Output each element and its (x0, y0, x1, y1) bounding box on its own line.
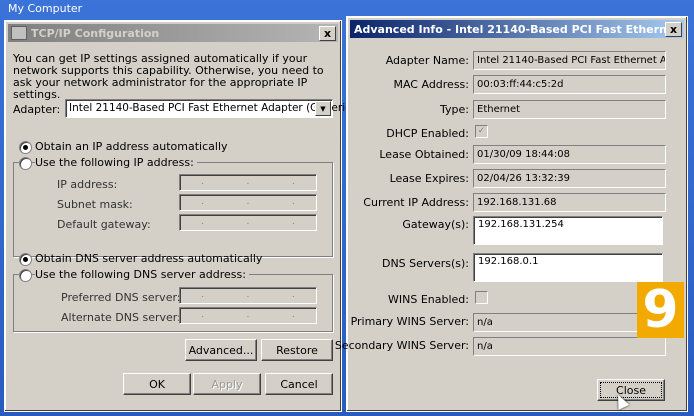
gateway-list[interactable]: 192.168.131.254 (473, 216, 663, 245)
adapter-select[interactable]: Intel 21140-Based PCI Fast Ethernet Adap… (65, 99, 355, 118)
primary-wins-label: Primary WINS Server: (350, 315, 469, 328)
close-icon[interactable]: x (319, 25, 336, 41)
lease-expires-value: 02/04/26 13:32:39 (473, 169, 666, 188)
dhcp-checkbox: ✓ (475, 125, 488, 138)
dns-list-label: DNS Servers(s): (381, 257, 469, 270)
current-ip-value: 192.168.131.68 (473, 193, 666, 212)
wins-label: WINS Enabled: (388, 293, 469, 306)
radio-ip-manual-label: Use the following IP address: (35, 156, 197, 169)
tcpip-dialog: TCP/IP Configuration x You can get IP se… (4, 20, 355, 412)
mac-value: 00:03:ff:44:c5:2d (473, 75, 666, 94)
advanced-info-dialog: Advanced Info - Intel 21140-Based PCI Fa… (335, 16, 688, 412)
secondary-wins-label: Secondary WINS Server: (334, 339, 469, 352)
close-icon[interactable]: x (665, 21, 682, 37)
gateway-field: ... (179, 214, 317, 231)
advanced-title: Advanced Info - Intel 21140-Based PCI Fa… (354, 22, 665, 36)
radio-ip-auto-label: Obtain an IP address automatically (35, 140, 228, 153)
current-ip-label: Current IP Address: (363, 196, 469, 209)
secondary-wins-value: n/a (473, 337, 666, 356)
intro-text: You can get IP settings assigned automat… (13, 52, 324, 101)
lease-expires-label: Lease Expires: (389, 172, 469, 185)
adapter-label: Adapter: (13, 103, 61, 116)
tcpip-titlebar[interactable]: TCP/IP Configuration x (8, 24, 338, 42)
lease-obtained-label: Lease Obtained: (379, 148, 469, 161)
adapter-name-label: Adapter Name: (385, 54, 469, 67)
radio-dns-manual[interactable] (19, 269, 32, 282)
dns-list-item: 192.168.0.1 (478, 256, 539, 267)
network-icon (11, 26, 27, 40)
pref-dns-label: Preferred DNS server: (61, 291, 181, 304)
dns-list[interactable]: 192.168.0.1 (473, 253, 663, 282)
tcpip-title: TCP/IP Configuration (31, 26, 160, 40)
background-window-title: My Computer (8, 2, 83, 15)
radio-dns-manual-label: Use the following DNS server address: (35, 268, 249, 281)
gateway-list-label: Gateway(s): (402, 218, 469, 231)
gateway-label: Default gateway: (57, 218, 151, 231)
ip-address-field: ... (179, 174, 317, 191)
restore-button[interactable]: Restore (261, 339, 333, 361)
subnet-field: ... (179, 194, 317, 211)
subnet-label: Subnet mask: (57, 198, 133, 211)
type-label: Type: (440, 103, 469, 116)
alt-dns-field: ... (179, 307, 317, 324)
adapter-name-value: Intel 21140-Based PCI Fast Ethernet Adap… (473, 51, 666, 70)
radio-dns-auto[interactable] (19, 253, 32, 266)
advanced-titlebar[interactable]: Advanced Info - Intel 21140-Based PCI Fa… (350, 20, 684, 38)
ok-button[interactable]: OK (123, 373, 191, 395)
step-number-badge: 9 (637, 280, 684, 340)
alt-dns-label: Alternate DNS server: (61, 311, 181, 324)
wins-checkbox (475, 291, 488, 304)
advanced-button[interactable]: Advanced... (185, 339, 257, 361)
radio-ip-auto[interactable] (19, 141, 32, 154)
close-button[interactable]: Close (597, 379, 665, 401)
ip-address-label: IP address: (57, 178, 118, 191)
radio-ip-manual[interactable] (19, 157, 32, 170)
lease-obtained-value: 01/30/09 18:44:08 (473, 145, 666, 164)
gateway-list-item: 192.168.131.254 (478, 219, 564, 230)
cancel-button[interactable]: Cancel (265, 373, 333, 395)
radio-dns-auto-label: Obtain DNS server address automatically (35, 252, 263, 265)
mac-label: MAC Address: (393, 78, 469, 91)
dhcp-label: DHCP Enabled: (386, 127, 469, 140)
type-value: Ethernet (473, 100, 666, 119)
apply-button[interactable]: Apply (193, 373, 261, 395)
chevron-down-icon[interactable]: ▼ (315, 101, 331, 116)
adapter-select-value: Intel 21140-Based PCI Fast Ethernet Adap… (69, 102, 355, 114)
pref-dns-field: ... (179, 287, 317, 304)
